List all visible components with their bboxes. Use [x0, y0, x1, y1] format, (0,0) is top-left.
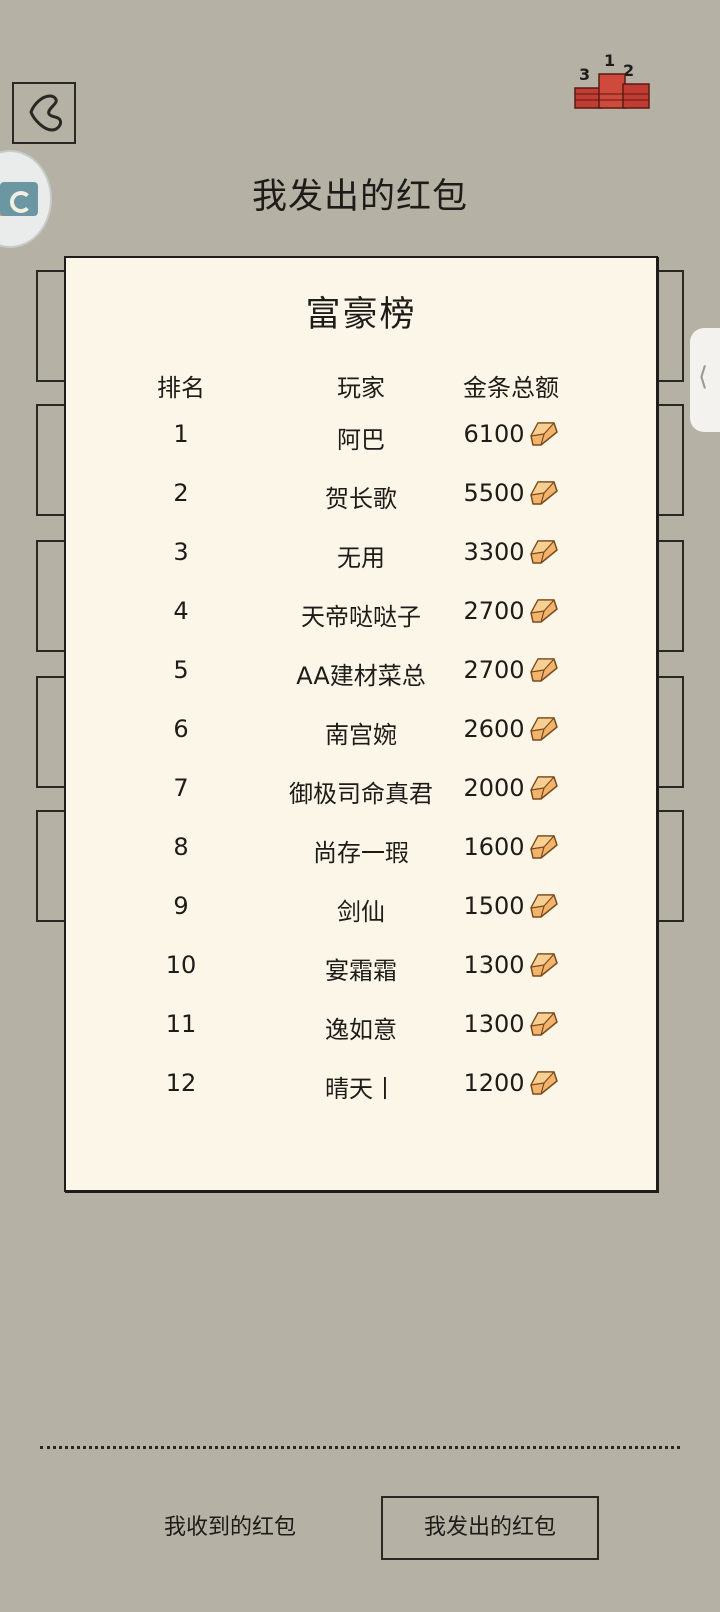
- frame-stub: [36, 676, 66, 788]
- amount-cell: 2000: [441, 774, 581, 802]
- header-amount: 金条总额: [463, 374, 559, 402]
- header-rank: 排名: [157, 374, 205, 402]
- amount-value: 1200: [463, 1069, 525, 1097]
- amount-cell: 5500: [441, 479, 581, 507]
- amount-value: 1500: [463, 892, 525, 920]
- drawer-handle[interactable]: ⟨: [690, 328, 720, 432]
- leaderboard-title: 富豪榜: [305, 295, 417, 335]
- player-cell: 无用: [337, 544, 385, 572]
- rank-cell: 10: [165, 951, 197, 979]
- player-cell: 尚存一瑕: [313, 839, 409, 867]
- rank-cell: 2: [173, 479, 189, 507]
- player-cell: 御极司命真君: [289, 780, 433, 808]
- gold-bar-icon: [529, 656, 559, 684]
- amount-cell: 1300: [441, 951, 581, 979]
- podium-ranking-icon[interactable]: 3 1 2: [573, 48, 653, 114]
- amount-cell: 2600: [441, 715, 581, 743]
- tab-sent[interactable]: 我发出的红包: [381, 1496, 599, 1560]
- rank-cell: 12: [165, 1069, 197, 1097]
- player-cell: 阿巴: [337, 426, 385, 454]
- table-row: 12 晴天丨 1200: [66, 1069, 656, 1105]
- amount-cell: 1600: [441, 833, 581, 861]
- amount-cell: 1300: [441, 1010, 581, 1038]
- rank-cell: 5: [173, 656, 189, 684]
- amount-value: 2000: [463, 774, 525, 802]
- amount-cell: 2700: [441, 656, 581, 684]
- rank-cell: 6: [173, 715, 189, 743]
- amount-cell: 1200: [441, 1069, 581, 1097]
- gold-bar-icon: [529, 774, 559, 802]
- amount-value: 6100: [463, 420, 525, 448]
- frame-stub: [36, 404, 66, 516]
- gold-bar-icon: [529, 833, 559, 861]
- back-button[interactable]: [12, 82, 76, 144]
- table-row: 7 御极司命真君 2000: [66, 774, 656, 810]
- drawer-handle-icon: ⟨: [698, 362, 709, 392]
- amount-cell: 6100: [441, 420, 581, 448]
- player-cell: 南宫婉: [325, 721, 397, 749]
- frame-stub: [36, 540, 66, 652]
- gold-bar-icon: [529, 1069, 559, 1097]
- table-row: 4 天帝哒哒子 2700: [66, 597, 656, 633]
- player-cell: 宴霜霜: [325, 957, 397, 985]
- player-cell: 剑仙: [337, 898, 385, 926]
- frame-stub: [654, 810, 684, 922]
- rank-cell: 7: [173, 774, 189, 802]
- gold-bar-icon: [529, 538, 559, 566]
- amount-value: 5500: [463, 479, 525, 507]
- table-row: 9 剑仙 1500: [66, 892, 656, 928]
- amount-value: 2700: [463, 656, 525, 684]
- amount-cell: 2700: [441, 597, 581, 625]
- leaderboard-header: 排名 玩家 金条总额: [66, 368, 656, 402]
- table-row: 1 阿巴 6100: [66, 420, 656, 456]
- table-row: 10 宴霜霜 1300: [66, 951, 656, 987]
- gold-bar-icon: [529, 1010, 559, 1038]
- rank-cell: 1: [173, 420, 189, 448]
- table-row: 11 逸如意 1300: [66, 1010, 656, 1046]
- player-cell: 晴天丨: [325, 1075, 397, 1103]
- amount-cell: 1500: [441, 892, 581, 920]
- player-cell: 逸如意: [325, 1016, 397, 1044]
- amount-value: 2700: [463, 597, 525, 625]
- player-cell: AA建材菜总: [296, 662, 426, 690]
- rank-cell: 4: [173, 597, 189, 625]
- amount-value: 1300: [463, 1010, 525, 1038]
- rank-cell: 3: [173, 538, 189, 566]
- amount-value: 3300: [463, 538, 525, 566]
- dotted-separator: [40, 1446, 680, 1449]
- gold-bar-icon: [529, 479, 559, 507]
- amount-value: 1600: [463, 833, 525, 861]
- table-row: 3 无用 3300: [66, 538, 656, 574]
- tab-received[interactable]: 我收到的红包: [150, 1496, 310, 1560]
- page-title: 我发出的红包: [251, 177, 468, 217]
- rank-cell: 11: [165, 1010, 197, 1038]
- gold-bar-icon: [529, 420, 559, 448]
- rank-cell: 8: [173, 833, 189, 861]
- amount-cell: 3300: [441, 538, 581, 566]
- frame-stub: [36, 270, 66, 382]
- rank-cell: 9: [173, 892, 189, 920]
- amount-value: 1300: [463, 951, 525, 979]
- header-player: 玩家: [337, 374, 385, 402]
- frame-stub: [36, 810, 66, 922]
- table-row: 5 AA建材菜总 2700: [66, 656, 656, 692]
- gold-bar-icon: [529, 951, 559, 979]
- amount-value: 2600: [463, 715, 525, 743]
- frame-stub: [654, 270, 684, 382]
- podium-label-3: 3: [579, 65, 590, 84]
- back-arrow-icon: [29, 94, 62, 132]
- table-row: 8 尚存一瑕 1600: [66, 833, 656, 869]
- podium-label-1: 1: [604, 51, 615, 70]
- frame-stub: [654, 540, 684, 652]
- leaderboard-card: 富豪榜 排名 玩家 金条总额 1 阿巴 6100 2 贺长歌 5500 3 无用…: [64, 256, 658, 1192]
- gold-bar-icon: [529, 597, 559, 625]
- gold-bar-icon: [529, 892, 559, 920]
- player-cell: 天帝哒哒子: [301, 603, 421, 631]
- table-row: 6 南宫婉 2600: [66, 715, 656, 751]
- gold-bar-icon: [529, 715, 559, 743]
- frame-stub: [654, 676, 684, 788]
- frame-stub: [654, 404, 684, 516]
- table-row: 2 贺长歌 5500: [66, 479, 656, 515]
- player-cell: 贺长歌: [325, 485, 397, 513]
